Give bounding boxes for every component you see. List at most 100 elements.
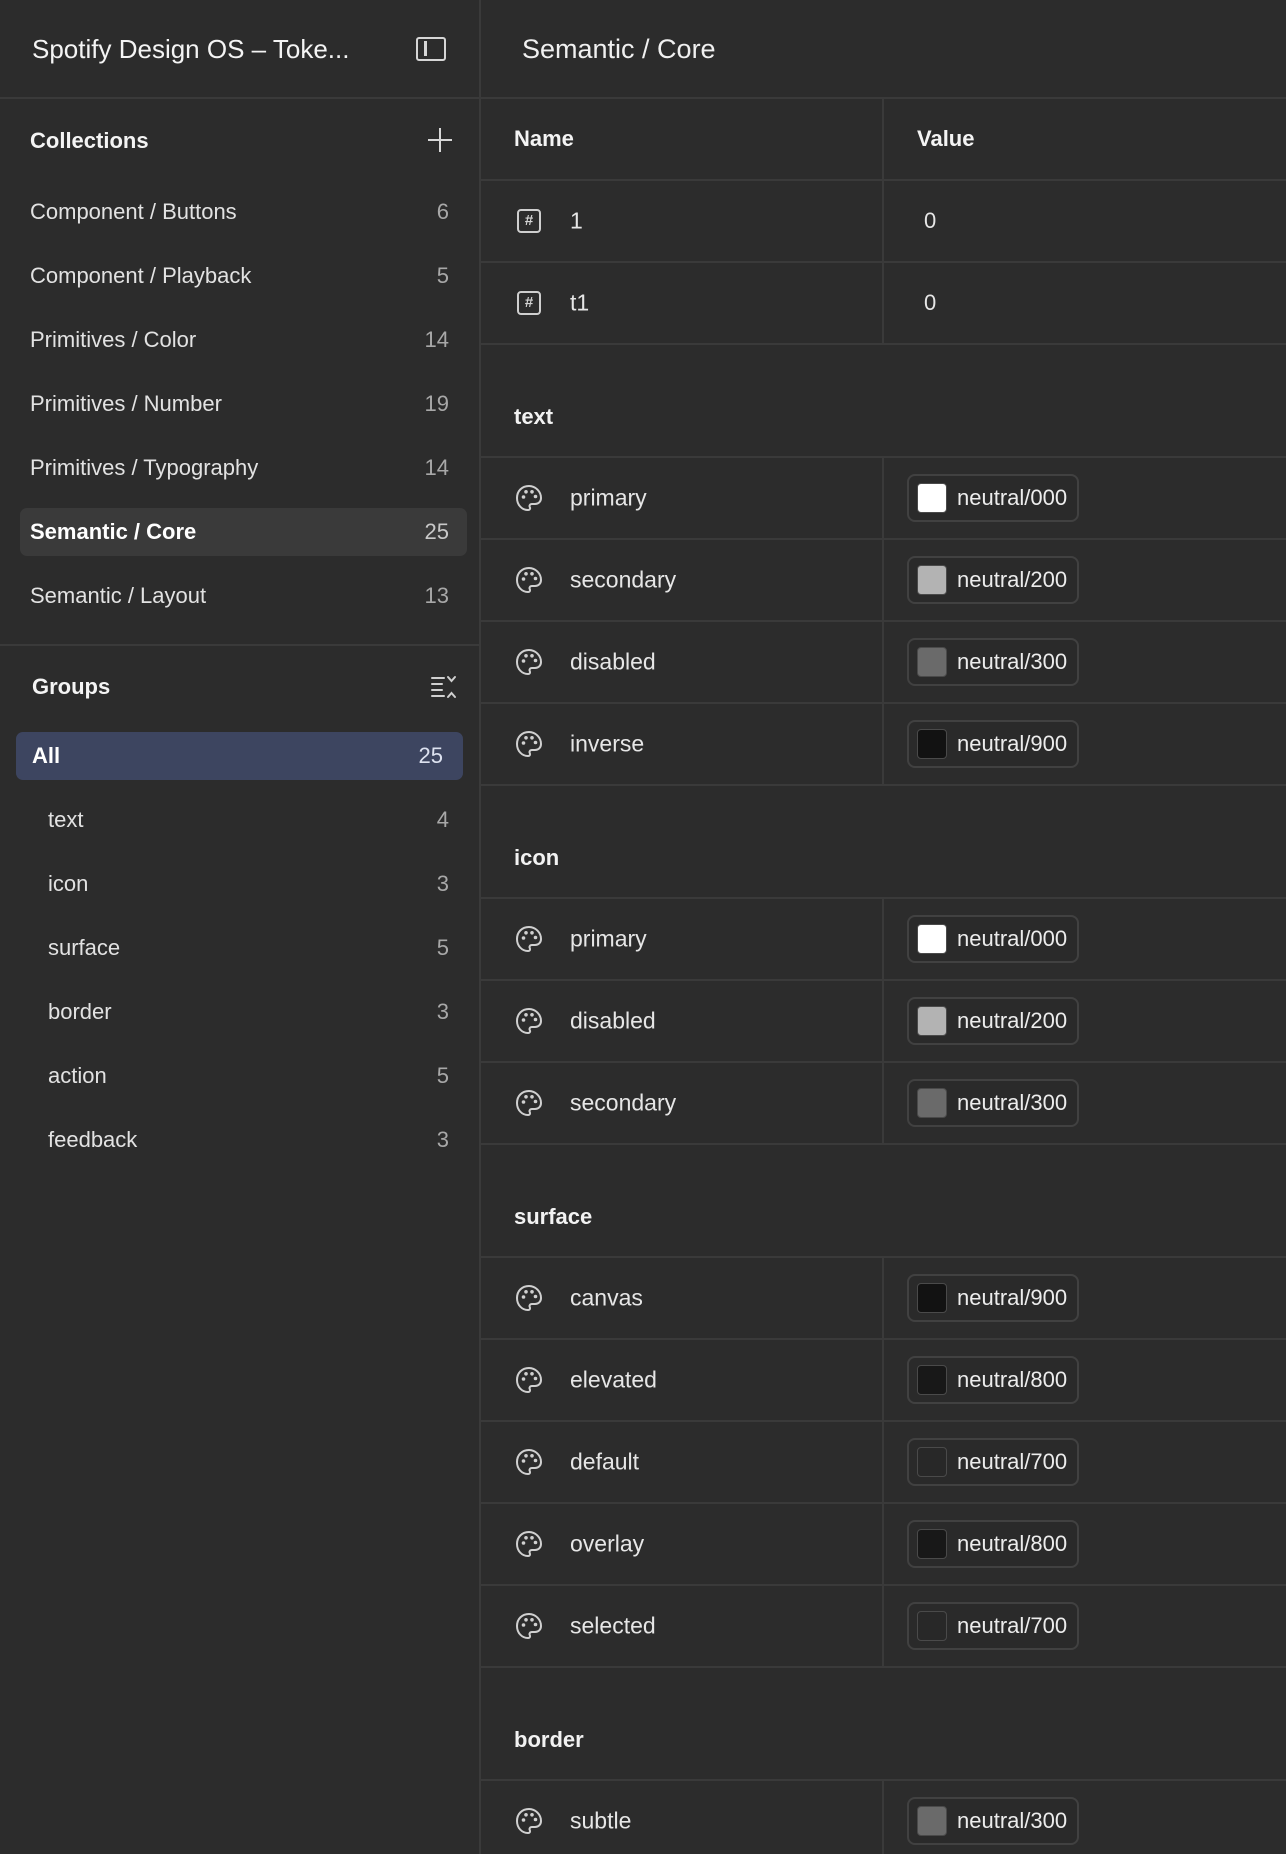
color-variable-icon <box>514 483 544 513</box>
group-label: border <box>48 999 112 1024</box>
alias-chip[interactable]: neutral/200 <box>907 556 1080 604</box>
alias-name: neutral/700 <box>957 1613 1068 1638</box>
table-row[interactable]: primary neutral/000 <box>481 899 1286 981</box>
alias-name: neutral/300 <box>957 1090 1068 1115</box>
column-divider <box>882 1340 884 1420</box>
collection-item[interactable]: Component / Playback 5 <box>0 244 479 308</box>
collection-label: Primitives / Typography <box>30 455 259 480</box>
variable-name[interactable]: default <box>570 1449 639 1476</box>
variable-value[interactable]: 0 <box>924 290 936 316</box>
color-variable-icon <box>514 1006 544 1036</box>
alias-chip[interactable]: neutral/300 <box>907 1079 1080 1127</box>
group-count: 3 <box>436 999 449 1024</box>
sort-groups-icon[interactable] <box>430 674 458 700</box>
color-swatch <box>917 1088 947 1118</box>
variable-name[interactable]: disabled <box>570 649 656 676</box>
group-item[interactable]: All 25 <box>0 724 479 788</box>
color-variable-icon <box>514 647 544 677</box>
variables-table: Semantic / Core Name Value #1 0 # t1 0 text pr… <box>481 0 1286 1854</box>
variable-name[interactable]: primary <box>570 926 647 953</box>
variable-name[interactable]: primary <box>570 485 647 512</box>
add-collection-icon[interactable] <box>428 128 452 152</box>
alias-chip[interactable]: neutral/000 <box>907 474 1080 522</box>
color-variable-icon <box>514 1611 544 1641</box>
alias-chip[interactable]: neutral/000 <box>907 915 1080 963</box>
variable-name[interactable]: overlay <box>570 1531 644 1558</box>
group-item[interactable]: icon 3 <box>0 852 479 916</box>
table-row[interactable]: secondary neutral/200 <box>481 540 1286 622</box>
alias-chip[interactable]: neutral/700 <box>907 1602 1080 1650</box>
alias-name: neutral/000 <box>957 485 1068 510</box>
collection-item[interactable]: Semantic / Core 25 <box>0 500 479 564</box>
table-row[interactable]: canvas neutral/900 <box>481 1258 1286 1340</box>
alias-chip[interactable]: neutral/800 <box>907 1520 1080 1568</box>
collection-item[interactable]: Component / Buttons 6 <box>0 180 479 244</box>
variable-name[interactable]: inverse <box>570 731 644 758</box>
table-row[interactable]: primary neutral/000 <box>481 458 1286 540</box>
variable-name[interactable]: selected <box>570 1613 656 1640</box>
collection-item[interactable]: Primitives / Number 19 <box>0 372 479 436</box>
table-row[interactable]: subtle neutral/300 <box>481 1781 1286 1854</box>
alias-chip[interactable]: neutral/300 <box>907 1797 1080 1845</box>
collection-item[interactable]: Semantic / Layout 13 <box>0 564 479 628</box>
variable-name[interactable]: t1 <box>570 290 589 317</box>
alias-name: neutral/700 <box>957 1449 1068 1474</box>
sidebar-toggle-icon[interactable] <box>416 37 446 61</box>
collection-item[interactable]: Primitives / Typography 14 <box>0 436 479 500</box>
table-row[interactable]: default neutral/700 <box>481 1422 1286 1504</box>
table-row[interactable]: # t1 0 <box>481 263 1286 345</box>
alias-chip[interactable]: neutral/900 <box>907 720 1080 768</box>
table-row[interactable]: #1 0 <box>481 181 1286 263</box>
variable-name[interactable]: 1 <box>570 208 583 235</box>
collection-count: 19 <box>424 391 449 416</box>
variable-name[interactable]: canvas <box>570 1285 643 1312</box>
variable-name[interactable]: elevated <box>570 1367 657 1394</box>
column-divider <box>882 540 884 620</box>
collection-item[interactable]: Primitives / Color 14 <box>0 308 479 372</box>
variable-value[interactable]: 0 <box>924 208 936 234</box>
variable-name[interactable]: secondary <box>570 567 676 594</box>
alias-chip[interactable]: neutral/300 <box>907 638 1080 686</box>
group-label: feedback <box>48 1127 138 1152</box>
variable-name[interactable]: secondary <box>570 1090 676 1117</box>
alias-chip[interactable]: neutral/700 <box>907 1438 1080 1486</box>
collection-label: Semantic / Core <box>30 519 197 544</box>
column-header-name[interactable]: Name <box>514 126 574 152</box>
table-row[interactable]: disabled neutral/300 <box>481 622 1286 704</box>
table-row[interactable]: disabled neutral/200 <box>481 981 1286 1063</box>
collections-title: Collections <box>30 128 149 153</box>
alias-chip[interactable]: neutral/900 <box>907 1274 1080 1322</box>
file-title[interactable]: Spotify Design OS – Toke... <box>32 34 349 65</box>
group-item[interactable]: action 5 <box>0 1044 479 1108</box>
group-item[interactable]: border 3 <box>0 980 479 1044</box>
column-header-value[interactable]: Value <box>917 126 974 152</box>
group-label: surface <box>48 935 121 960</box>
variable-name[interactable]: disabled <box>570 1008 656 1035</box>
table-row[interactable]: secondary neutral/300 <box>481 1063 1286 1145</box>
alias-chip[interactable]: neutral/800 <box>907 1356 1080 1404</box>
table-row[interactable]: overlay neutral/800 <box>481 1504 1286 1586</box>
collection-count: 5 <box>436 263 449 288</box>
table-row[interactable]: elevated neutral/800 <box>481 1340 1286 1422</box>
color-variable-icon <box>514 1806 544 1836</box>
color-variable-icon <box>514 1447 544 1477</box>
alias-chip[interactable]: neutral/200 <box>907 997 1080 1045</box>
group-header-row: border <box>481 1668 1286 1781</box>
group-header-row: text <box>481 345 1286 458</box>
page-title: Semantic / Core <box>522 34 716 64</box>
alias-name: neutral/900 <box>957 1285 1068 1310</box>
group-item[interactable]: surface 5 <box>0 916 479 980</box>
collection-count: 14 <box>424 455 449 480</box>
color-swatch <box>917 1806 947 1836</box>
table-row[interactable]: inverse neutral/900 <box>481 704 1286 786</box>
group-item[interactable]: text 4 <box>0 788 479 852</box>
group-item[interactable]: feedback 3 <box>0 1108 479 1172</box>
sort-icon <box>431 676 456 698</box>
group-count: 3 <box>436 1127 449 1152</box>
sidebar-header: Spotify Design OS – Toke... <box>0 0 479 99</box>
variable-name[interactable]: subtle <box>570 1808 631 1835</box>
column-divider <box>882 1063 884 1143</box>
table-row[interactable]: selected neutral/700 <box>481 1586 1286 1668</box>
color-swatch <box>917 647 947 677</box>
color-variable-icon <box>514 1283 544 1313</box>
